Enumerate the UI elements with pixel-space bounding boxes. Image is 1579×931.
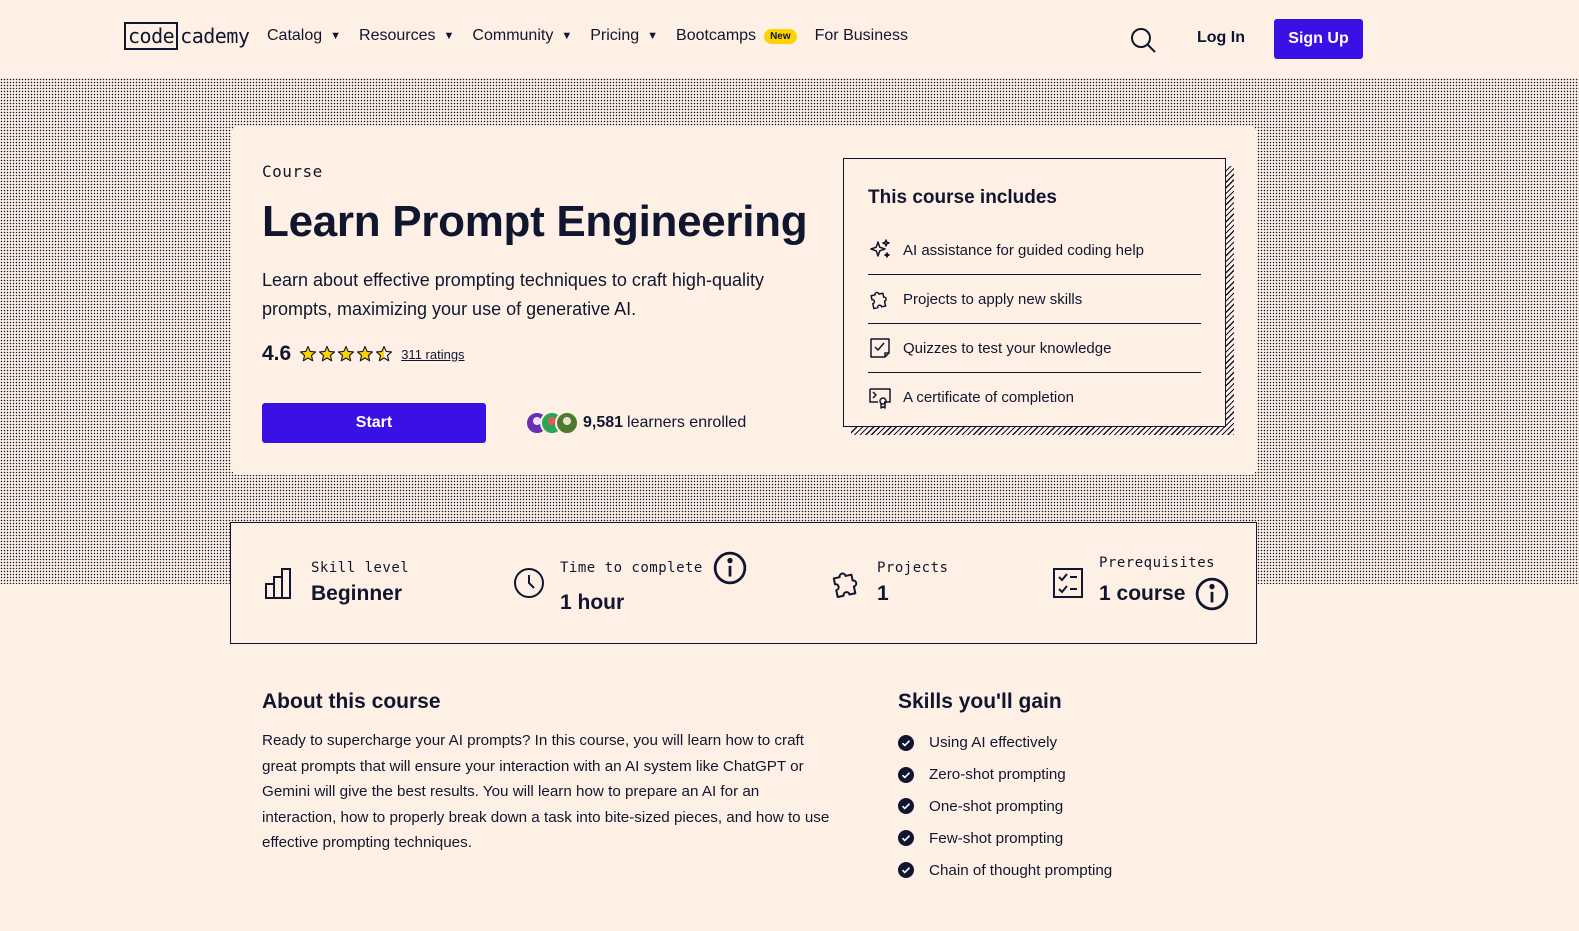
include-label: Quizzes to test your knowledge [903,339,1112,357]
logo-code-box: code [124,22,179,50]
star-rating [299,345,393,363]
logo-rest: cademy [180,24,250,48]
nav-resources[interactable]: Resources ▼ [359,27,454,45]
ratings-count-link[interactable]: 311 ratings [401,347,464,362]
stat-skill-level: Skill level Beginner [263,523,409,643]
checklist-icon [1053,568,1083,598]
skills-list: Using AI effectively Zero-shot prompting… [898,727,1112,886]
check-circle-icon [898,798,914,815]
search-icon[interactable] [1129,26,1157,54]
check-circle-icon [898,830,914,847]
quiz-icon [870,338,890,358]
includes-title: This course includes [868,187,1057,208]
list-item: Quizzes to test your knowledge [868,324,1201,373]
stat-value-row: 1 course [1099,577,1243,611]
nav-for-business[interactable]: For Business [815,27,908,45]
stat-time-to-complete: Time to complete 1 hour [512,523,761,643]
stat-value: 1 [877,582,889,605]
course-kicker: Course [262,162,323,181]
avatar [555,411,579,435]
rating-row: 4.6 311 ratings [262,342,465,366]
skill-label: Chain of thought prompting [929,861,1113,879]
puzzle-icon [832,572,858,599]
main-nav: Catalog ▼ Resources ▼ Community ▼ Pricin… [267,27,926,45]
include-label: Projects to apply new skills [903,290,1083,308]
puzzle-icon [870,291,887,310]
about-title: About this course [262,690,441,713]
course-includes-box: This course includes AI assistance for g… [843,158,1226,427]
start-button[interactable]: Start [262,403,486,443]
caret-down-icon: ▼ [561,30,573,42]
stat-label: Prerequisites [1099,555,1216,571]
clock-icon [514,568,544,598]
skill-label: Using AI effectively [929,734,1058,752]
skill-label: Zero-shot prompting [929,766,1066,784]
check-circle-icon [898,862,914,879]
list-item: Using AI effectively [898,727,1112,759]
check-circle-icon [898,766,914,783]
caret-down-icon: ▼ [330,30,342,42]
enrolled-text: learners enrolled [627,414,747,431]
list-item: One-shot prompting [898,791,1112,823]
skill-label: Few-shot prompting [929,829,1064,847]
bar-chart-icon [265,568,291,599]
nav-catalog[interactable]: Catalog ▼ [267,27,341,45]
signup-button[interactable]: Sign Up [1274,19,1363,59]
list-item: Few-shot prompting [898,822,1112,854]
star-full-icon [319,345,336,362]
stat-label: Skill level [311,560,410,576]
stat-label: Time to complete [560,560,703,576]
info-icon[interactable] [1195,577,1229,611]
nav-community[interactable]: Community ▼ [472,27,572,45]
info-icon[interactable] [713,551,747,585]
login-link[interactable]: Log In [1197,29,1245,47]
include-label: AI assistance for guided coding help [903,241,1144,259]
nav-community-label: Community [472,27,554,44]
includes-list: AI assistance for guided coding help Pro… [868,226,1201,422]
course-stats-bar: Skill level Beginner Time to complete 1 … [230,522,1257,644]
star-full-icon [338,345,355,362]
rating-value: 4.6 [262,342,292,365]
stat-label: Projects [877,560,949,576]
learner-avatars [525,411,579,435]
nav-pricing-label: Pricing [590,27,640,44]
stat-prerequisites: Prerequisites 1 course [1051,523,1243,643]
stat-value: 1 hour [560,591,625,614]
list-item: Chain of thought prompting [898,854,1112,886]
page-title: Learn Prompt Engineering [262,197,808,246]
top-header: code cademy Catalog ▼ Resources ▼ Commun… [0,0,1579,78]
list-item: Zero-shot prompting [898,759,1112,791]
skill-label: One-shot prompting [929,797,1064,815]
list-item: AI assistance for guided coding help [868,226,1201,275]
caret-down-icon: ▼ [647,30,659,42]
star-full-icon [357,345,374,362]
list-item: Projects to apply new skills [868,275,1201,324]
nav-bootcamps-label: Bootcamps [676,27,757,44]
include-label: A certificate of completion [903,389,1074,406]
star-half-icon [376,345,393,362]
skills-title: Skills you'll gain [898,690,1062,713]
stat-label-row: Time to complete [560,551,761,585]
enrolled-count: 9,581 [583,414,624,431]
nav-bootcamps[interactable]: Bootcamps New [676,27,797,45]
check-circle-icon [898,734,914,751]
list-item: A certificate of completion [868,373,1201,422]
stat-projects: Projects 1 [829,523,948,643]
about-text: Ready to supercharge your AI prompts? In… [262,732,830,852]
nav-pricing[interactable]: Pricing ▼ [590,27,658,45]
learners-enrolled: 9,581 learners enrolled [525,411,746,435]
codecademy-logo[interactable]: code cademy [124,22,250,50]
nav-resources-label: Resources [359,27,436,44]
caret-down-icon: ▼ [443,30,455,42]
course-description: Learn about effective prompting techniqu… [262,270,764,319]
nav-for-business-label: For Business [814,27,908,44]
stat-value: 1 course [1099,582,1186,605]
new-badge: New [764,28,797,44]
stat-value: Beginner [311,582,403,605]
star-full-icon [300,345,317,362]
course-hero-card: Course Learn Prompt Engineering Learn ab… [231,126,1257,475]
certificate-icon [869,387,891,409]
sparkle-icon [870,239,890,258]
nav-catalog-label: Catalog [267,27,323,44]
